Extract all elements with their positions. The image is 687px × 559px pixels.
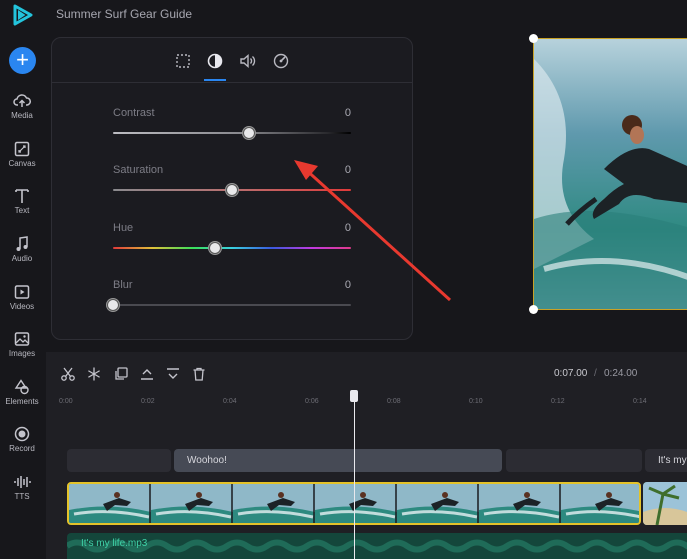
cloud-upload-icon	[13, 94, 31, 107]
crop-grid-icon[interactable]	[172, 50, 194, 72]
sidebar-item-label: Elements	[5, 397, 39, 406]
sidebar-item-audio[interactable]: Audio	[0, 235, 44, 263]
ruler-tick: 0:14	[633, 398, 647, 405]
resize-handle[interactable]	[529, 305, 538, 314]
ruler-tick: 0:04	[223, 398, 237, 405]
ruler-tick: 0:00	[59, 398, 73, 405]
sidebar-item-tts[interactable]: TTS	[0, 473, 44, 501]
text-clip-woohoo[interactable]: Woohoo!	[174, 449, 502, 472]
project-title[interactable]: Summer Surf Gear Guide	[56, 7, 192, 21]
sidebar-item-media[interactable]: Media	[0, 92, 44, 120]
sidebar-item-label: Videos	[9, 302, 35, 311]
left-sidebar: + Media Canvas Text Audio Videos Images …	[0, 30, 46, 559]
video-frame-thumbnail	[233, 484, 315, 523]
music-note-icon	[16, 236, 28, 251]
sidebar-item-elements[interactable]: Elements	[0, 378, 44, 406]
ruler-tick: 0:10	[469, 398, 483, 405]
sidebar-item-videos[interactable]: Videos	[0, 283, 44, 311]
sidebar-item-label: Audio	[11, 254, 33, 263]
audio-clip[interactable]: It's my life.mp3	[67, 533, 687, 559]
contrast-slider-thumb[interactable]	[242, 127, 255, 139]
ruler-tick: 0:06	[305, 398, 319, 405]
sidebar-item-label: Media	[11, 111, 33, 120]
image-icon	[14, 332, 30, 346]
saturation-slider-thumb[interactable]	[226, 184, 238, 196]
add-button[interactable]: +	[9, 47, 36, 74]
hue-slider-thumb[interactable]	[209, 242, 222, 254]
hue-label: Hue	[113, 222, 134, 234]
playhead[interactable]	[354, 392, 355, 559]
ruler-tick: 0:02	[141, 398, 155, 405]
app-logo-icon[interactable]	[12, 4, 34, 26]
video-frame-thumbnail	[479, 484, 561, 523]
sidebar-item-record[interactable]: Record	[0, 425, 44, 453]
video-frame-thumbnail	[561, 484, 639, 523]
sidebar-item-label: Images	[8, 349, 36, 358]
sidebar-item-images[interactable]: Images	[0, 330, 44, 358]
text-clip-label: It's my	[658, 455, 687, 466]
saturation-label: Saturation	[113, 164, 164, 176]
video-frame-thumbnail	[151, 484, 233, 523]
contrast-icon[interactable]	[204, 50, 226, 72]
adjust-tabs	[52, 38, 412, 83]
total-duration: 0:24.00	[604, 368, 638, 379]
speed-icon[interactable]	[270, 50, 292, 72]
playhead-handle[interactable]	[350, 390, 358, 402]
sidebar-item-label: Text	[14, 206, 30, 215]
text-icon	[15, 189, 29, 203]
text-clip-its-my[interactable]: It's my	[645, 449, 687, 472]
video-clip-next[interactable]	[643, 482, 687, 525]
move-up-icon[interactable]	[139, 366, 155, 382]
duplicate-icon[interactable]	[113, 366, 129, 382]
contrast-value: 0	[344, 107, 351, 119]
split-scissors-icon[interactable]	[60, 366, 76, 382]
video-frame-thumbnail	[315, 484, 397, 523]
time-separator: /	[594, 368, 597, 379]
canvas-icon	[14, 141, 30, 157]
video-frame-thumbnail	[69, 484, 151, 523]
sidebar-item-label: Record	[9, 444, 35, 453]
ruler-tick: 0:08	[387, 398, 401, 405]
sidebar-item-canvas[interactable]: Canvas	[0, 140, 44, 168]
active-tab-indicator	[204, 79, 226, 81]
palm-thumbnail	[643, 482, 687, 525]
video-frame-thumbnail	[397, 484, 479, 523]
volume-icon[interactable]	[237, 50, 259, 72]
audio-waveform	[67, 539, 687, 553]
sidebar-item-text[interactable]: Text	[0, 187, 44, 215]
sidebar-item-label: Canvas	[8, 159, 36, 168]
text-clip-label: Woohoo!	[187, 455, 227, 466]
blur-slider-thumb[interactable]	[107, 299, 119, 311]
timeline-panel: 0:07.00 / 0:24.00 0:00 0:02 0:04 0:06 0:…	[46, 352, 687, 559]
record-icon	[14, 426, 30, 442]
text-clip-empty[interactable]	[67, 449, 171, 472]
shapes-icon	[14, 379, 29, 395]
move-down-icon[interactable]	[165, 366, 181, 382]
annotation-arrow-icon	[294, 160, 452, 302]
surfer-image	[534, 39, 687, 309]
contrast-label: Contrast	[113, 107, 155, 119]
trash-icon[interactable]	[191, 366, 207, 382]
sidebar-item-label: TTS	[14, 492, 30, 501]
video-icon	[14, 285, 30, 299]
text-clip-empty[interactable]	[506, 449, 642, 472]
blur-label: Blur	[113, 279, 133, 291]
resize-handle[interactable]	[529, 34, 538, 43]
ruler-tick: 0:12	[551, 398, 565, 405]
current-time: 0:07.00	[554, 368, 588, 379]
waveform-icon	[14, 476, 31, 488]
freeze-snowflake-icon[interactable]	[86, 366, 102, 382]
audio-clip-label: It's my life.mp3	[81, 538, 148, 549]
canvas-preview[interactable]	[533, 38, 687, 310]
contrast-track[interactable]	[113, 132, 351, 134]
